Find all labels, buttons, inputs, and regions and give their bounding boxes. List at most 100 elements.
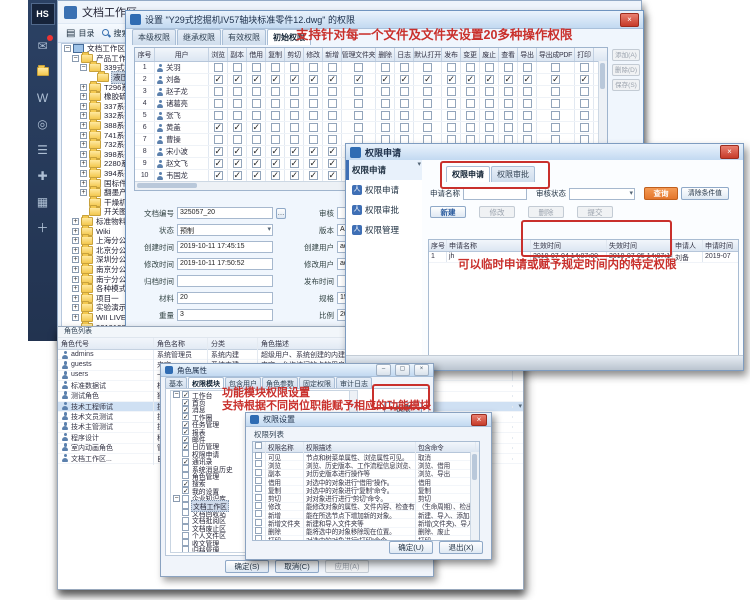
perm-checkbox[interactable] [466,123,475,132]
action-新建[interactable]: 新建 [430,206,466,218]
perm-checkbox[interactable] [466,87,475,96]
nav-item-权限申请[interactable]: 人权限申请 [346,180,422,200]
perm-checkbox[interactable] [580,75,589,84]
perm-checkbox[interactable] [328,63,337,72]
perm-checkbox[interactable] [290,135,299,144]
perm-checkbox[interactable] [271,159,280,168]
module-checkbox[interactable] [182,443,189,450]
module-checkbox[interactable] [182,539,189,546]
expand-toggle-icon[interactable]: + [72,295,79,302]
toolbar-目录[interactable]: ▤目录 [66,28,94,39]
expand-toggle-icon[interactable]: − [173,495,180,502]
tab-继承权限[interactable]: 继承权限 [177,29,221,45]
tab-有效权限[interactable]: 有效权限 [222,29,266,45]
perm-checkbox[interactable] [580,63,589,72]
perm-checkbox[interactable] [290,111,299,120]
expand-toggle-icon[interactable]: + [80,189,87,196]
add-icon[interactable]: ✚ [28,163,57,189]
perm-checkbox[interactable] [485,87,494,96]
perm-checkbox[interactable] [354,111,363,120]
perm-checkbox[interactable] [485,99,494,108]
perm-checkbox[interactable] [328,135,337,144]
clear-filter-button[interactable]: 清除条件值 [681,187,729,200]
perm-checkbox[interactable] [354,87,363,96]
perm-checkbox[interactable] [290,159,299,168]
row-checkbox[interactable] [255,477,262,484]
field-文档编号[interactable]: 325057_20 [177,207,273,219]
perm-checkbox[interactable] [271,87,280,96]
expand-toggle-icon[interactable]: + [72,304,79,311]
expand-toggle-icon[interactable]: + [80,122,87,129]
perm-checkbox[interactable] [214,99,223,108]
expand-toggle-icon[interactable]: + [80,170,87,177]
expand-toggle-icon[interactable]: + [72,247,79,254]
perm-checkbox[interactable] [309,111,318,120]
perm-checkbox[interactable] [214,75,223,84]
perm-checkbox[interactable] [485,111,494,120]
perm-checkbox[interactable] [523,87,532,96]
perm-checkbox[interactable] [290,75,299,84]
expand-toggle-icon[interactable]: + [72,314,79,321]
perm-checkbox[interactable] [551,111,560,120]
module-checkbox[interactable] [182,391,189,398]
perm-checkbox[interactable] [328,111,337,120]
perm-checkbox[interactable] [271,147,280,156]
close-icon[interactable]: × [471,414,487,426]
perm-checkbox[interactable] [233,159,242,168]
row-checkbox[interactable] [255,469,262,476]
perm-checkbox[interactable] [551,123,560,132]
module-checkbox[interactable] [182,428,189,435]
perm-checkbox[interactable] [252,99,261,108]
perm-checkbox[interactable] [423,87,432,96]
perm-checkbox[interactable] [233,123,242,132]
perm-checkbox[interactable] [523,75,532,84]
perm-checkbox[interactable] [252,63,261,72]
perm-checkbox[interactable] [233,87,242,96]
perm-checkbox[interactable] [354,99,363,108]
module-checkbox[interactable] [182,406,189,413]
perm-checkbox[interactable] [309,75,318,84]
perm-checkbox[interactable] [252,75,261,84]
perm-checkbox[interactable] [214,171,223,180]
perm-checkbox[interactable] [423,99,432,108]
perm-checkbox[interactable] [523,99,532,108]
query-button[interactable]: 查询 [644,187,678,200]
perm-checkbox[interactable] [328,171,337,180]
minimize-icon[interactable]: – [376,364,391,376]
expand-toggle-icon[interactable]: + [80,151,87,158]
nav-item-权限审批[interactable]: 人权限审批 [346,200,422,220]
perm-checkbox[interactable] [354,63,363,72]
row-checkbox[interactable] [255,494,262,501]
perm-checkbox[interactable] [447,75,456,84]
expand-toggle-icon[interactable]: + [80,93,87,100]
row-checkbox[interactable] [255,485,262,492]
expand-toggle-icon[interactable]: − [64,45,71,52]
close-icon[interactable]: × [720,145,739,159]
module-checkbox[interactable] [182,487,189,494]
perm-checkbox[interactable] [233,171,242,180]
close-icon[interactable]: × [620,13,639,27]
perm-checkbox[interactable] [214,123,223,132]
perm-checkbox[interactable] [523,63,532,72]
perm-checkbox[interactable] [252,147,261,156]
module-checkbox[interactable] [182,458,189,465]
expand-toggle-icon[interactable]: + [80,103,87,110]
perm-checkbox[interactable] [485,63,494,72]
field-归档时间[interactable] [177,275,273,287]
perm-checkbox[interactable] [309,123,318,132]
module-checkbox[interactable] [182,450,189,457]
list-icon[interactable]: ☰ [28,137,57,163]
perm-checkbox[interactable] [233,135,242,144]
expand-toggle-icon[interactable]: + [72,228,79,235]
perm-checkbox[interactable] [328,87,337,96]
perm-checkbox[interactable] [400,63,409,72]
expand-toggle-icon[interactable]: − [72,55,79,62]
perm-checkbox[interactable] [485,75,494,84]
perm-checkbox[interactable] [447,87,456,96]
close-icon[interactable]: × [414,364,429,376]
perm-checkbox[interactable] [354,123,363,132]
perm-checkbox[interactable] [214,159,223,168]
module-checkbox[interactable] [182,517,189,524]
perm-checkbox[interactable] [233,75,242,84]
expand-toggle-icon[interactable]: + [80,160,87,167]
